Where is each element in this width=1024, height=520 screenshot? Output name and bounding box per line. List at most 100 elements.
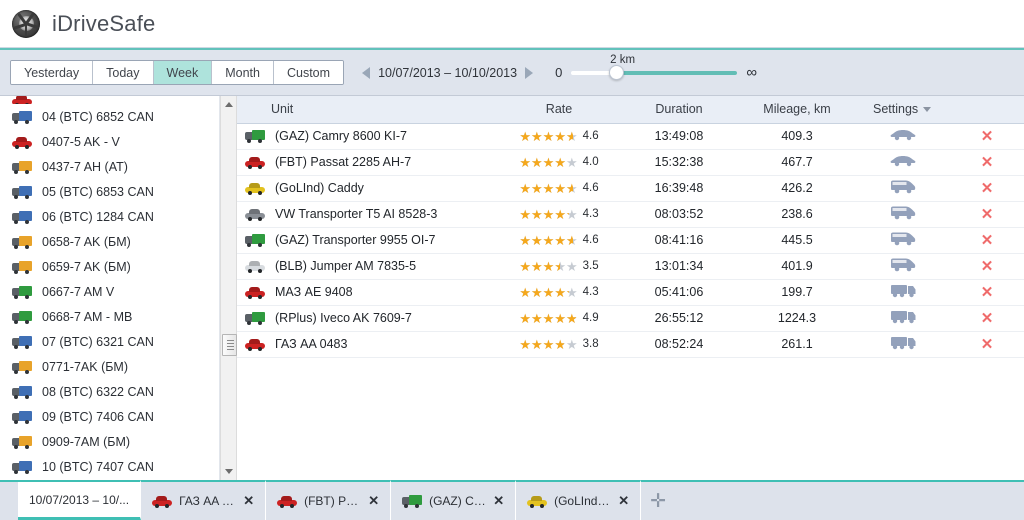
remove-x-icon[interactable]: ✕ — [981, 336, 994, 353]
scroll-up-arrow-icon[interactable] — [221, 96, 236, 113]
slider-handle[interactable] — [609, 65, 624, 80]
cell-settings[interactable] — [859, 201, 947, 227]
cell-settings[interactable] — [859, 331, 947, 357]
sidebar-unit-item[interactable]: 0437-7 AH (AT) — [0, 154, 219, 179]
sidebar-unit-item[interactable]: 0658-7 AK (БМ) — [0, 229, 219, 254]
table-row[interactable]: (GAZ) Camry 8600 KI-7★★★★★★★★★★4.613:49:… — [237, 123, 1024, 149]
close-icon[interactable]: ✕ — [618, 493, 629, 509]
cell-unit[interactable]: (GAZ) Transporter 9955 OI-7 — [237, 227, 495, 253]
remove-x-icon[interactable]: ✕ — [981, 284, 994, 301]
cell-delete[interactable]: ✕ — [947, 253, 1024, 279]
sidebar-unit-item[interactable]: 05 (BTC) 6853 CAN — [0, 179, 219, 204]
column-header-rate[interactable]: Rate — [495, 96, 623, 123]
sidebar-unit-item[interactable]: 09 (BTC) 7406 CAN — [0, 404, 219, 429]
range-button-yesterday[interactable]: Yesterday — [11, 61, 93, 84]
sidebar-unit-item[interactable]: 0771-7AK (БМ) — [0, 354, 219, 379]
sidebar-unit-item[interactable]: 10 (BTC) 7407 CAN — [0, 454, 219, 479]
sidebar-unit-item[interactable]: 0909-7AM (БМ) — [0, 429, 219, 454]
sidebar-unit-item[interactable]: 0667-7 AM V — [0, 279, 219, 304]
remove-x-icon[interactable]: ✕ — [981, 310, 994, 327]
cell-settings[interactable] — [859, 227, 947, 253]
table-row[interactable]: (FBT) Passat 2285 AH-7★★★★★★★★★★4.015:32… — [237, 149, 1024, 175]
remove-x-icon[interactable]: ✕ — [981, 128, 994, 145]
sedan-icon[interactable] — [890, 154, 916, 170]
sidebar-unit-item[interactable]: 07 (BTC) 6321 CAN — [0, 329, 219, 354]
table-row[interactable]: МАЗ AE 9408★★★★★★★★★★4.305:41:06199.7✕ — [237, 279, 1024, 305]
bottom-tab[interactable]: (GAZ) Ca...✕ — [391, 480, 516, 520]
sidebar-unit-item[interactable]: 04 (BTC) 6852 CAN — [0, 104, 219, 129]
caret-down-icon[interactable] — [923, 107, 931, 112]
cell-delete[interactable]: ✕ — [947, 305, 1024, 331]
range-button-week[interactable]: Week — [154, 61, 213, 84]
cell-settings[interactable] — [859, 305, 947, 331]
range-button-custom[interactable]: Custom — [274, 61, 343, 84]
cell-delete[interactable]: ✕ — [947, 331, 1024, 357]
truck-side-icon[interactable] — [890, 283, 917, 301]
cell-delete[interactable]: ✕ — [947, 201, 1024, 227]
remove-x-icon[interactable]: ✕ — [981, 232, 994, 249]
table-row[interactable]: VW Transporter T5 AI 8528-3★★★★★★★★★★4.3… — [237, 201, 1024, 227]
scroll-down-arrow-icon[interactable] — [221, 463, 236, 480]
slider-track[interactable]: 2 km — [571, 71, 737, 75]
cell-settings[interactable] — [859, 175, 947, 201]
cell-unit[interactable]: (FBT) Passat 2285 AH-7 — [237, 149, 495, 175]
sidebar-unit-item[interactable]: 08 (BTC) 6322 CAN — [0, 379, 219, 404]
close-icon[interactable]: ✕ — [493, 493, 504, 509]
chevron-left-icon[interactable] — [362, 67, 370, 79]
column-header-settings[interactable]: Settings — [859, 96, 1024, 123]
column-header-mileage[interactable]: Mileage, km — [735, 96, 859, 123]
remove-x-icon[interactable]: ✕ — [981, 154, 994, 171]
cell-unit[interactable]: (GAZ) Camry 8600 KI-7 — [237, 123, 495, 149]
cell-settings[interactable] — [859, 149, 947, 175]
column-header-unit[interactable]: Unit — [237, 96, 495, 123]
sidebar-unit-item[interactable]: 0668-7 AM - MB — [0, 304, 219, 329]
close-icon[interactable]: ✕ — [368, 493, 379, 509]
chevron-right-icon[interactable] — [525, 67, 533, 79]
cell-delete[interactable]: ✕ — [947, 279, 1024, 305]
close-icon[interactable]: ✕ — [243, 493, 254, 509]
table-row[interactable]: ГАЗ AA 0483★★★★★★★★★★3.808:52:24261.1✕ — [237, 331, 1024, 357]
truck-side-icon[interactable] — [890, 335, 917, 353]
van-icon[interactable] — [890, 205, 916, 223]
cell-settings[interactable] — [859, 279, 947, 305]
van-icon[interactable] — [890, 257, 916, 275]
sedan-icon[interactable] — [890, 128, 916, 144]
van-icon[interactable] — [890, 231, 916, 249]
bottom-tab[interactable]: (FBT) Pas...✕ — [266, 480, 391, 520]
table-row[interactable]: (GAZ) Transporter 9955 OI-7★★★★★★★★★★4.6… — [237, 227, 1024, 253]
cell-unit[interactable]: (BLB) Jumper AM 7835-5 — [237, 253, 495, 279]
bottom-tab[interactable]: 10/07/2013 – 10/... — [18, 480, 141, 520]
truck-side-icon[interactable] — [890, 309, 917, 327]
date-navigator: 10/07/2013 – 10/10/2013 — [362, 66, 533, 80]
cell-delete[interactable]: ✕ — [947, 175, 1024, 201]
list-item-partial[interactable] — [0, 96, 219, 104]
table-row[interactable]: (GoLInd) Caddy★★★★★★★★★★4.616:39:48426.2… — [237, 175, 1024, 201]
cell-delete[interactable]: ✕ — [947, 227, 1024, 253]
sidebar-unit-item[interactable]: 06 (BTC) 1284 CAN — [0, 204, 219, 229]
table-row[interactable]: (RPlus) Iveco AK 7609-7★★★★★★★★★★4.926:5… — [237, 305, 1024, 331]
range-button-month[interactable]: Month — [212, 61, 274, 84]
cell-unit[interactable]: ГАЗ AA 0483 — [237, 331, 495, 357]
remove-x-icon[interactable]: ✕ — [981, 206, 994, 223]
column-header-duration[interactable]: Duration — [623, 96, 735, 123]
remove-x-icon[interactable]: ✕ — [981, 258, 994, 275]
sidebar-scrollbar[interactable] — [220, 96, 237, 480]
cell-settings[interactable] — [859, 123, 947, 149]
cell-unit[interactable]: МАЗ AE 9408 — [237, 279, 495, 305]
bottom-tab[interactable]: (GoLInd) ...✕ — [516, 480, 641, 520]
sidebar-unit-item[interactable]: 0659-7 AK (БМ) — [0, 254, 219, 279]
cell-unit[interactable]: VW Transporter T5 AI 8528-3 — [237, 201, 495, 227]
cell-delete[interactable]: ✕ — [947, 149, 1024, 175]
cell-unit[interactable]: (GoLInd) Caddy — [237, 175, 495, 201]
plus-icon[interactable]: ✛ — [641, 480, 675, 520]
remove-x-icon[interactable]: ✕ — [981, 180, 994, 197]
range-button-today[interactable]: Today — [93, 61, 153, 84]
sidebar-unit-item[interactable]: 0407-5 AK - V — [0, 129, 219, 154]
cell-settings[interactable] — [859, 253, 947, 279]
van-icon[interactable] — [890, 179, 916, 197]
scrollbar-thumb[interactable] — [222, 334, 237, 356]
bottom-tab[interactable]: ГАЗ AA 0483✕ — [141, 480, 266, 520]
cell-unit[interactable]: (RPlus) Iveco AK 7609-7 — [237, 305, 495, 331]
cell-delete[interactable]: ✕ — [947, 123, 1024, 149]
table-row[interactable]: (BLB) Jumper AM 7835-5★★★★★★★★★★3.513:01… — [237, 253, 1024, 279]
